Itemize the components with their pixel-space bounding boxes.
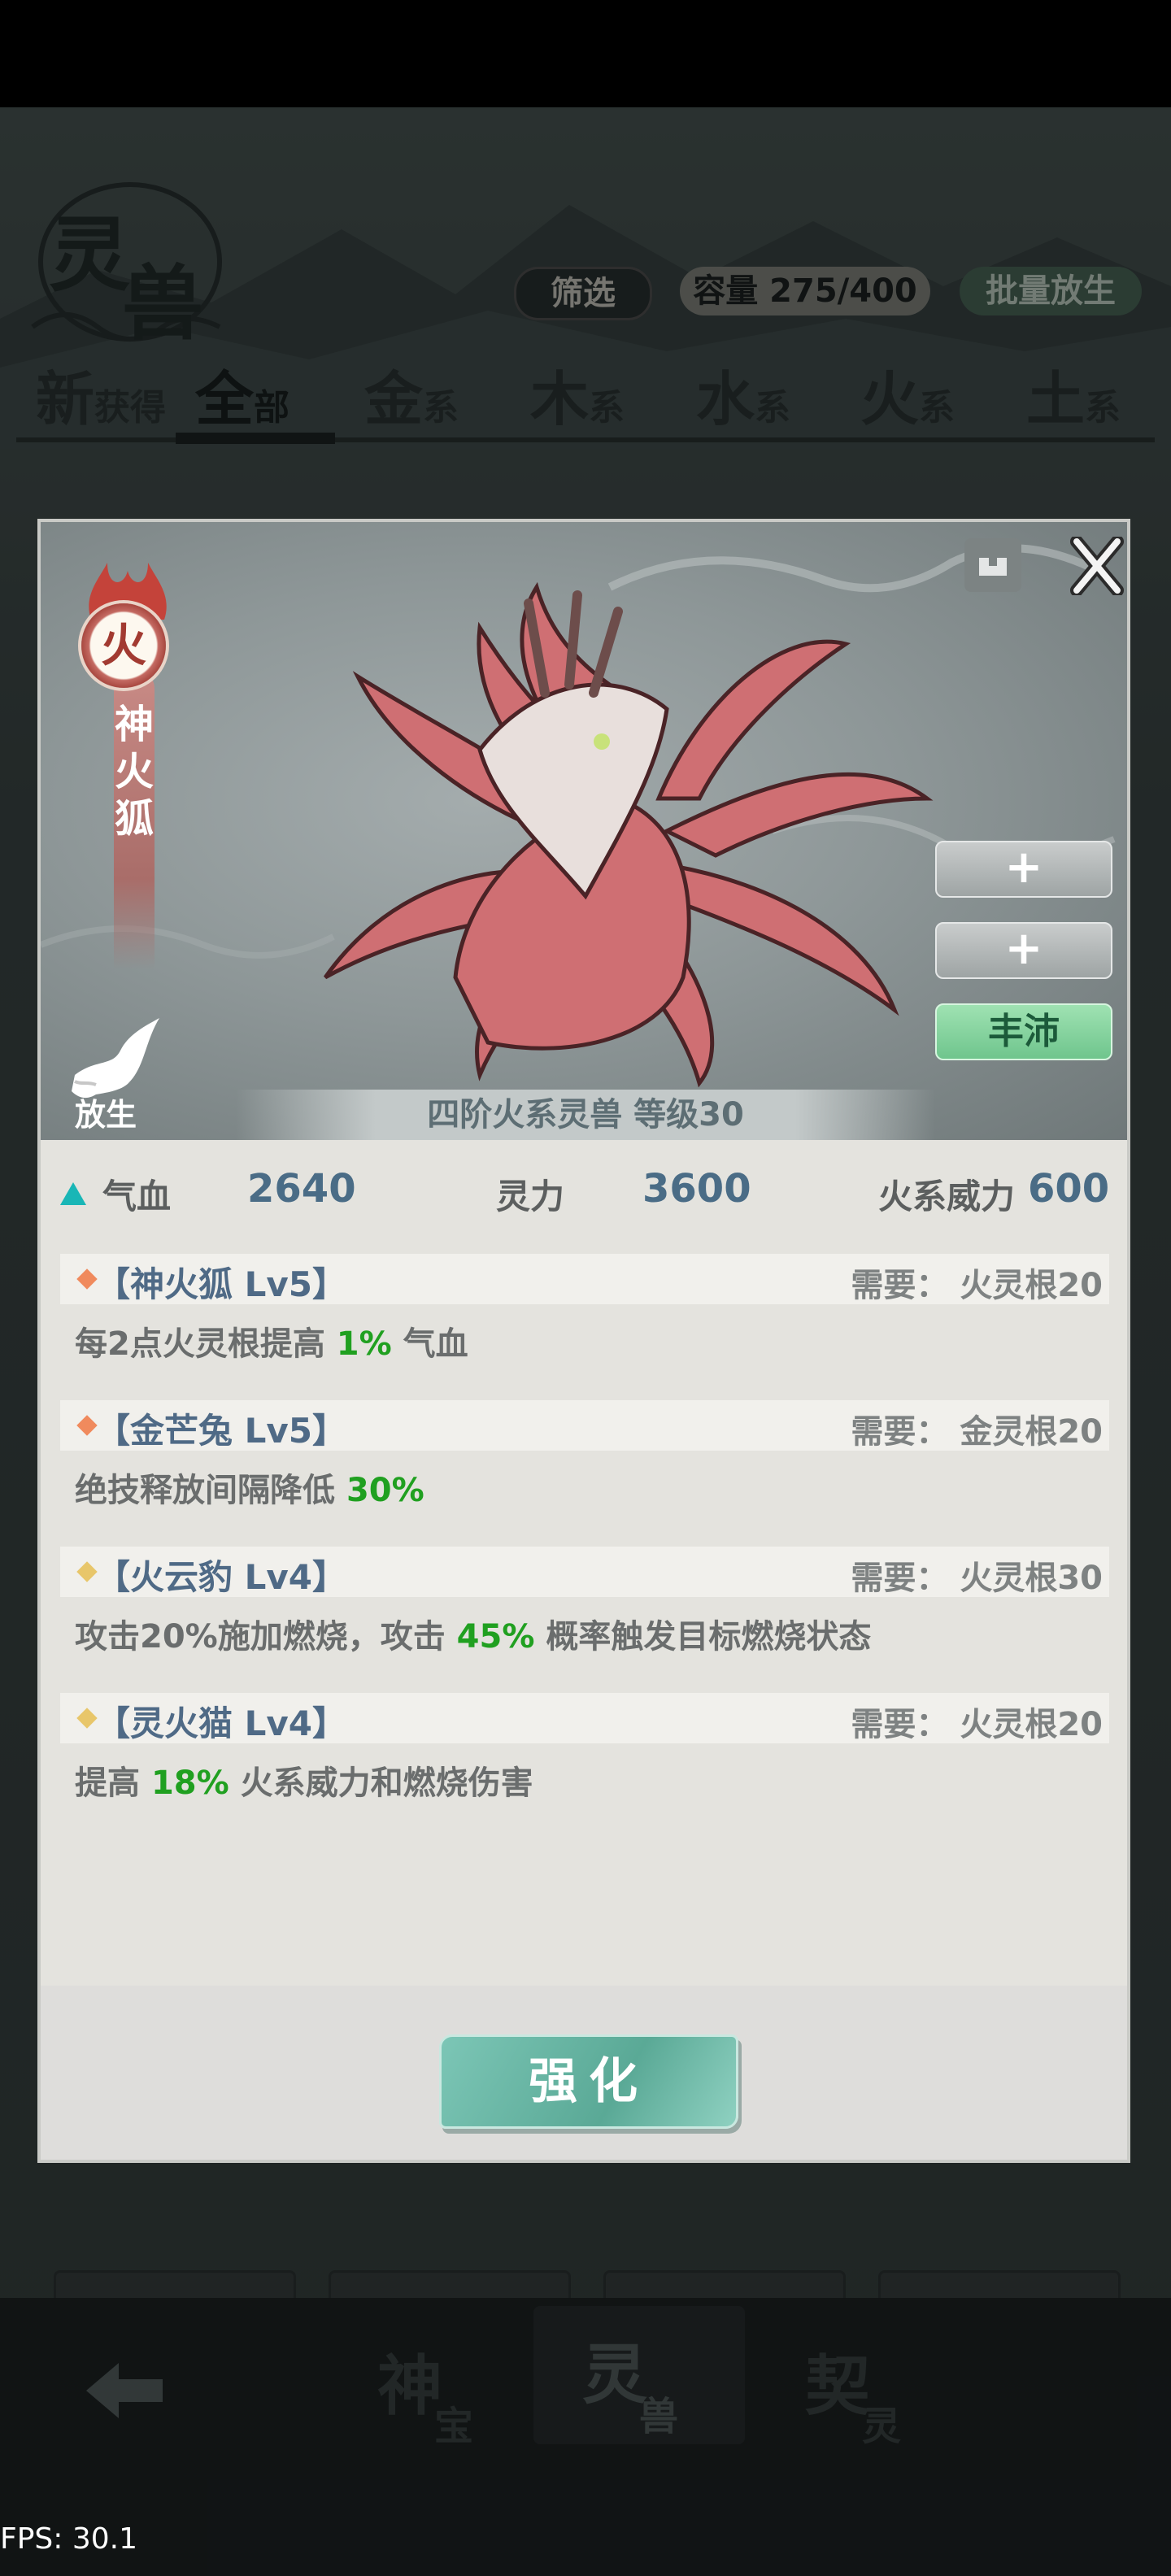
stats-row: 气血 2640 灵力 3600 火系威力 600 — [41, 1148, 1127, 1238]
close-button[interactable] — [1069, 535, 1125, 597]
triangle-up-icon — [60, 1182, 86, 1205]
skill-desc-text: 每2点火灵根提高 — [75, 1325, 337, 1363]
spirit-label: 灵力 — [496, 1177, 565, 1216]
skill-header: 【神火狐 Lv5】 需要： 火灵根20 — [60, 1254, 1109, 1304]
skill-desc-highlight: 30% — [346, 1472, 424, 1509]
beast-artwork-panel: 火 神火狐 + + 丰沛 放生 四阶火系灵兽 等级30 — [41, 522, 1127, 1140]
skill-description: 绝技释放间隔降低 30% — [75, 1464, 424, 1511]
skill-header: 【火云豹 Lv4】 需要： 火灵根30 — [60, 1547, 1109, 1597]
skill-desc-text: 绝技释放间隔降低 — [75, 1472, 346, 1509]
skill-requirement: 需要： 火灵根30 — [851, 1560, 1103, 1597]
enhance-button[interactable]: 强化 — [439, 2034, 738, 2129]
box-icon — [979, 558, 1007, 576]
tier-level-label: 四阶火系灵兽 等级30 — [236, 1090, 935, 1140]
skill-description: 提高 18% 火系威力和燃烧伤害 — [75, 1756, 533, 1804]
skill-desc-highlight: 1% — [336, 1325, 392, 1363]
skill-name: 【神火狐 Lv5】 — [96, 1264, 346, 1304]
lock-button[interactable] — [964, 538, 1021, 592]
beast-detail-dialog: 火 神火狐 + + 丰沛 放生 四阶火系灵兽 等级30 气血 2640 灵力 3… — [37, 519, 1130, 2163]
skill-entry: 【火云豹 Lv4】 需要： 火灵根30 攻击20%施加燃烧，攻击 45% 概率触… — [60, 1547, 1109, 1677]
skill-entry: 【神火狐 Lv5】 需要： 火灵根20 每2点火灵根提高 1% 气血 — [60, 1254, 1109, 1384]
skill-diamond-icon — [76, 1561, 98, 1582]
skill-desc-highlight: 45% — [456, 1618, 535, 1656]
skill-description: 攻击20%施加燃烧，攻击 45% 概率触发目标燃烧状态 — [75, 1610, 871, 1657]
skill-name: 【金芒兔 Lv5】 — [96, 1411, 346, 1451]
skill-requirement: 需要： 火灵根20 — [851, 1267, 1103, 1304]
skill-name: 【火云豹 Lv4】 — [96, 1557, 346, 1597]
spirit-value: 3600 — [642, 1166, 751, 1212]
fps-counter: FPS: 30.1 — [0, 2522, 137, 2556]
skill-diamond-icon — [76, 1268, 98, 1290]
element-label: 火 — [101, 619, 146, 672]
skill-desc-text: 概率触发目标燃烧状态 — [534, 1618, 872, 1656]
fire-power-value: 600 — [1028, 1166, 1110, 1212]
skill-name: 【灵火猫 Lv4】 — [96, 1704, 346, 1743]
skill-desc-text: 提高 — [75, 1764, 151, 1802]
skill-entry: 【金芒兔 Lv5】 需要： 金灵根20 绝技释放间隔降低 30% — [60, 1400, 1109, 1530]
release-label[interactable]: 放生 — [41, 1090, 171, 1134]
skill-desc-text: 气血 — [391, 1325, 468, 1363]
skill-description: 每2点火灵根提高 1% 气血 — [75, 1317, 468, 1364]
skill-entry: 【灵火猫 Lv4】 需要： 火灵根20 提高 18% 火系威力和燃烧伤害 — [60, 1693, 1109, 1823]
close-icon — [1070, 535, 1124, 597]
skill-desc-text: 火系威力和燃烧伤害 — [229, 1764, 533, 1802]
skill-requirement: 需要： 火灵根20 — [851, 1706, 1103, 1743]
skill-desc-highlight: 18% — [150, 1764, 229, 1802]
skill-diamond-icon — [76, 1708, 98, 1729]
fox-beast-illustration — [323, 581, 934, 1088]
hp-label: 气血 — [102, 1177, 172, 1216]
add-slot-button[interactable]: + — [935, 922, 1112, 979]
skill-diamond-icon — [76, 1415, 98, 1436]
skill-requirement: 需要： 金灵根20 — [851, 1413, 1103, 1451]
trait-plenty-button[interactable]: 丰沛 — [935, 1003, 1112, 1060]
hp-value: 2640 — [247, 1166, 356, 1212]
skill-desc-text: 攻击20%施加燃烧，攻击 — [75, 1618, 457, 1656]
add-slot-button[interactable]: + — [935, 841, 1112, 898]
fire-power-label: 火系威力 — [878, 1177, 1016, 1216]
beast-name: 神火狐 — [114, 702, 154, 842]
element-column: 火 神火狐 — [81, 563, 179, 1010]
skill-header: 【灵火猫 Lv4】 需要： 火灵根20 — [60, 1693, 1109, 1743]
skill-header: 【金芒兔 Lv5】 需要： 金灵根20 — [60, 1400, 1109, 1451]
